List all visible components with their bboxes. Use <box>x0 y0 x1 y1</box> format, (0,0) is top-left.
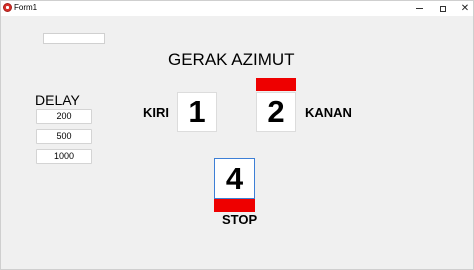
close-button[interactable]: ✕ <box>451 1 474 16</box>
right-direction-label: KANAN <box>305 105 352 120</box>
right-key-button[interactable]: 2 <box>256 92 296 132</box>
stop-active-indicator <box>214 199 255 212</box>
delay-1000-button[interactable]: 1000 <box>36 149 92 164</box>
title-bar[interactable]: Form1 ✕ <box>1 1 473 16</box>
maximize-icon <box>440 5 446 12</box>
delay-200-button[interactable]: 200 <box>36 109 92 124</box>
delay-label: DELAY <box>35 92 80 108</box>
minimize-icon <box>415 8 423 9</box>
app-icon <box>3 3 12 12</box>
stop-key-button[interactable]: 4 <box>214 158 255 199</box>
stop-label: STOP <box>222 212 258 227</box>
text-input[interactable] <box>43 33 105 44</box>
right-active-indicator <box>256 78 296 91</box>
close-icon: ✕ <box>460 2 470 14</box>
window-title: Form1 <box>14 3 38 12</box>
delay-500-button[interactable]: 500 <box>36 129 92 144</box>
app-window: Form1 ✕ GERAK AZIMUT DELAY 200 500 1000 … <box>0 0 474 270</box>
page-title: GERAK AZIMUT <box>168 50 295 69</box>
left-key-button[interactable]: 1 <box>177 92 217 132</box>
left-direction-label: KIRI <box>143 105 169 120</box>
